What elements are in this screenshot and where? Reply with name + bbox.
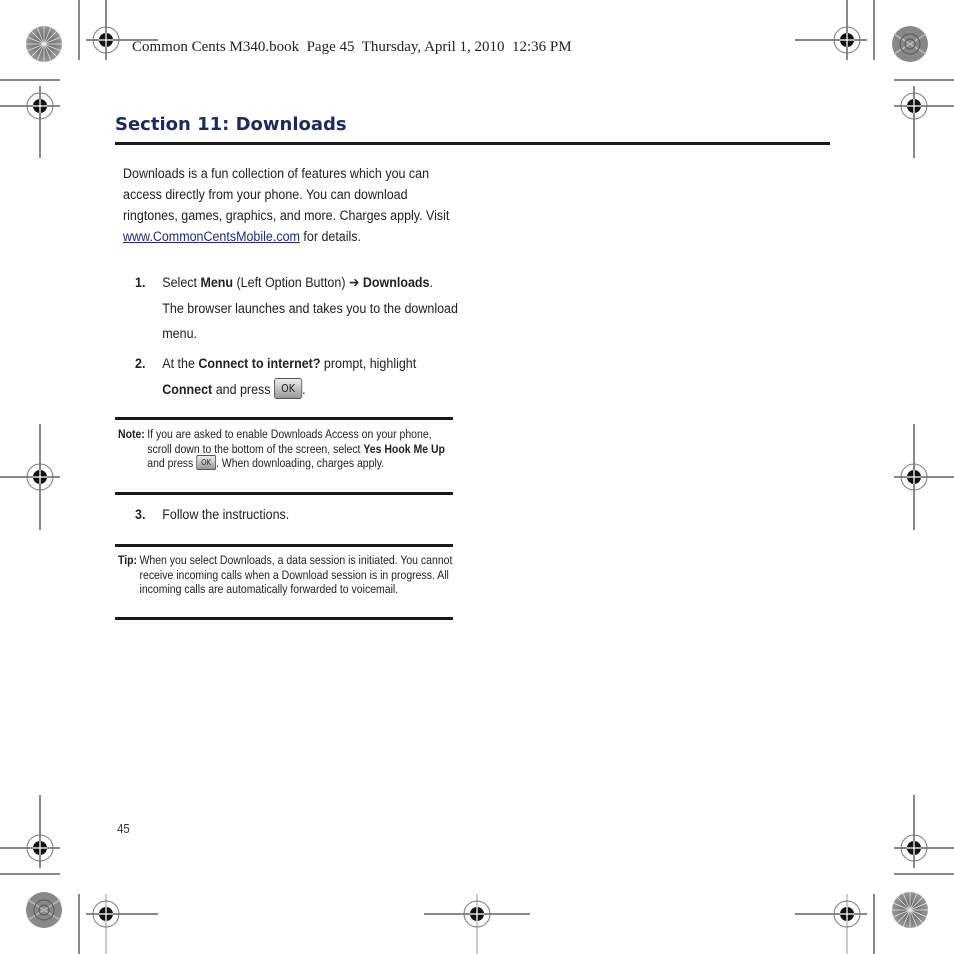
note-top-rule <box>115 417 453 420</box>
color-rosette-icon <box>26 26 62 62</box>
step-number: 1. <box>135 275 146 291</box>
website-link[interactable]: www.CommonCentsMobile.com <box>123 229 300 245</box>
ok-key-icon: OK <box>273 377 303 399</box>
title-rule <box>115 142 830 145</box>
note-text: If you are asked to enable Downloads Acc… <box>147 427 445 471</box>
note-bottom-rule <box>115 492 453 495</box>
color-rosette-icon <box>892 892 928 928</box>
page-number: 45 <box>117 821 130 836</box>
color-rosette-icon <box>26 892 62 928</box>
book-header-info: Common Cents M340.book Page 45 Thursday,… <box>132 39 572 55</box>
intro-text: Downloads is a fun collection of feature… <box>123 166 450 224</box>
step-number: 3. <box>135 507 146 523</box>
color-rosette-icon <box>892 26 928 62</box>
tip-label: Tip: <box>118 553 138 567</box>
intro-text-end: for details. <box>299 229 362 245</box>
step-text: Follow the instructions. <box>162 507 290 523</box>
tip-box: Tip: When you select Downloads, a data s… <box>118 553 459 597</box>
intro-paragraph: Downloads is a fun collection of feature… <box>123 164 457 248</box>
ok-key-icon: OK <box>196 455 216 471</box>
tip-text: When you select Downloads, a data sessio… <box>139 553 453 596</box>
step-number: 2. <box>135 356 146 372</box>
note-label: Note: <box>118 427 145 441</box>
tip-bottom-rule <box>115 617 453 620</box>
section-title: Section 11: Downloads <box>115 114 347 135</box>
step-text: At the Connect to internet? prompt, high… <box>162 356 417 399</box>
step-text: Select Menu (Left Option Button) ➔ Downl… <box>162 275 458 342</box>
note-box: Note: If you are asked to enable Downloa… <box>118 427 459 471</box>
tip-top-rule <box>115 544 453 547</box>
